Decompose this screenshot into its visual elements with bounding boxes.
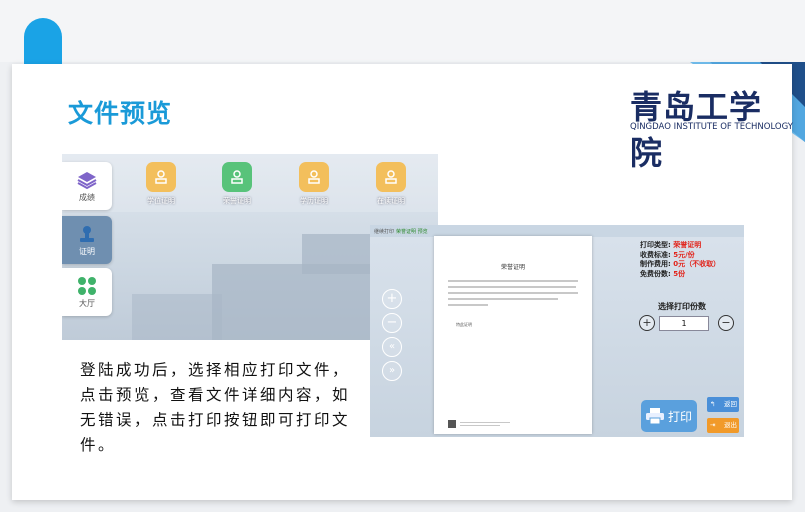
cert-item-label: 学位证明 [147,197,175,205]
side-tab-hall[interactable]: 大厅 [62,268,112,316]
text-line [448,286,576,288]
increase-copies-button[interactable]: + [639,315,655,331]
zoom-out-button[interactable]: − [382,313,402,333]
document-preview: 荣誉证明 特此证明 [434,236,592,434]
side-tab-certificates[interactable]: 证明 [62,216,112,264]
school-logo: 青岛工学院 QINGDAO INSTITUTE OF TECHNOLOGY [626,82,793,172]
top-band [0,0,805,62]
text-line [448,292,578,294]
cert-item-education[interactable]: 学历证明 [284,162,344,206]
cert-item-label: 学历证明 [300,197,328,205]
print-label: 打印 [667,409,692,424]
logo-english: QINGDAO INSTITUTE OF TECHNOLOGY [630,122,793,132]
text-line [460,422,510,423]
preview-breadcrumb: 荣誉证明 预览 [396,229,428,235]
side-tab-grades[interactable]: 成绩 [62,162,112,210]
exit-icon: ⇥ [710,421,716,429]
page-title: 文件预览 [68,99,173,128]
cert-item-label: 在读证明 [377,197,405,205]
stamp-icon [80,226,94,242]
document-title: 荣誉证明 [500,264,525,271]
screenshot-preview: 继续打印 荣誉证明 预览 + − « » 荣誉证明 特此证明 打印类型: 荣誉证… [370,225,744,437]
decrease-copies-button[interactable]: − [718,315,734,331]
text-line [460,425,500,426]
side-tab-label: 成绩 [79,193,95,202]
stamp-icon [376,162,406,192]
exit-button[interactable]: ⇥ 退出 [707,418,739,433]
layers-icon [77,172,97,190]
back-button[interactable]: ↰ 返回 [707,397,739,412]
background-trees [132,294,222,340]
text-line [448,298,558,300]
cert-item-label: 荣誉证明 [223,197,251,205]
info-row: 免费份数: 5份 [640,269,686,278]
print-button[interactable]: 打印 [641,400,697,432]
printer-icon [645,408,664,424]
next-page-button[interactable]: » [382,361,402,381]
prev-page-button[interactable]: « [382,337,402,357]
copies-input[interactable]: 1 [659,316,709,331]
stamp-icon [146,162,176,192]
cert-item-honor[interactable]: 荣誉证明 [207,162,267,206]
stamp-icon [299,162,329,192]
continue-print-link[interactable]: 继续打印 [374,228,394,235]
grid-icon [78,277,96,295]
zoom-in-button[interactable]: + [382,289,402,309]
copies-label: 选择打印份数 [658,302,706,311]
cert-item-degree[interactable]: 学位证明 [131,162,191,206]
qr-code [448,420,456,428]
stamp-icon [222,162,252,192]
info-row: 收费标准: 5元/份 [640,250,695,259]
text-line [448,304,488,306]
info-row: 制作费用: 0元（不收取） [640,260,721,268]
side-tab-label: 大厅 [79,299,95,308]
info-row: 打印类型: 荣誉证明 [640,241,702,249]
text-line [448,280,578,282]
back-icon: ↰ [710,400,716,408]
document-sign: 特此证明 [456,322,472,327]
side-tab-label: 证明 [79,247,95,256]
instruction-paragraph: 登陆成功后，选择相应打印文件，点击预览，查看文件详细内容，如无错误，点击打印按钮… [80,361,351,454]
cert-item-enrollment[interactable]: 在读证明 [361,162,421,206]
